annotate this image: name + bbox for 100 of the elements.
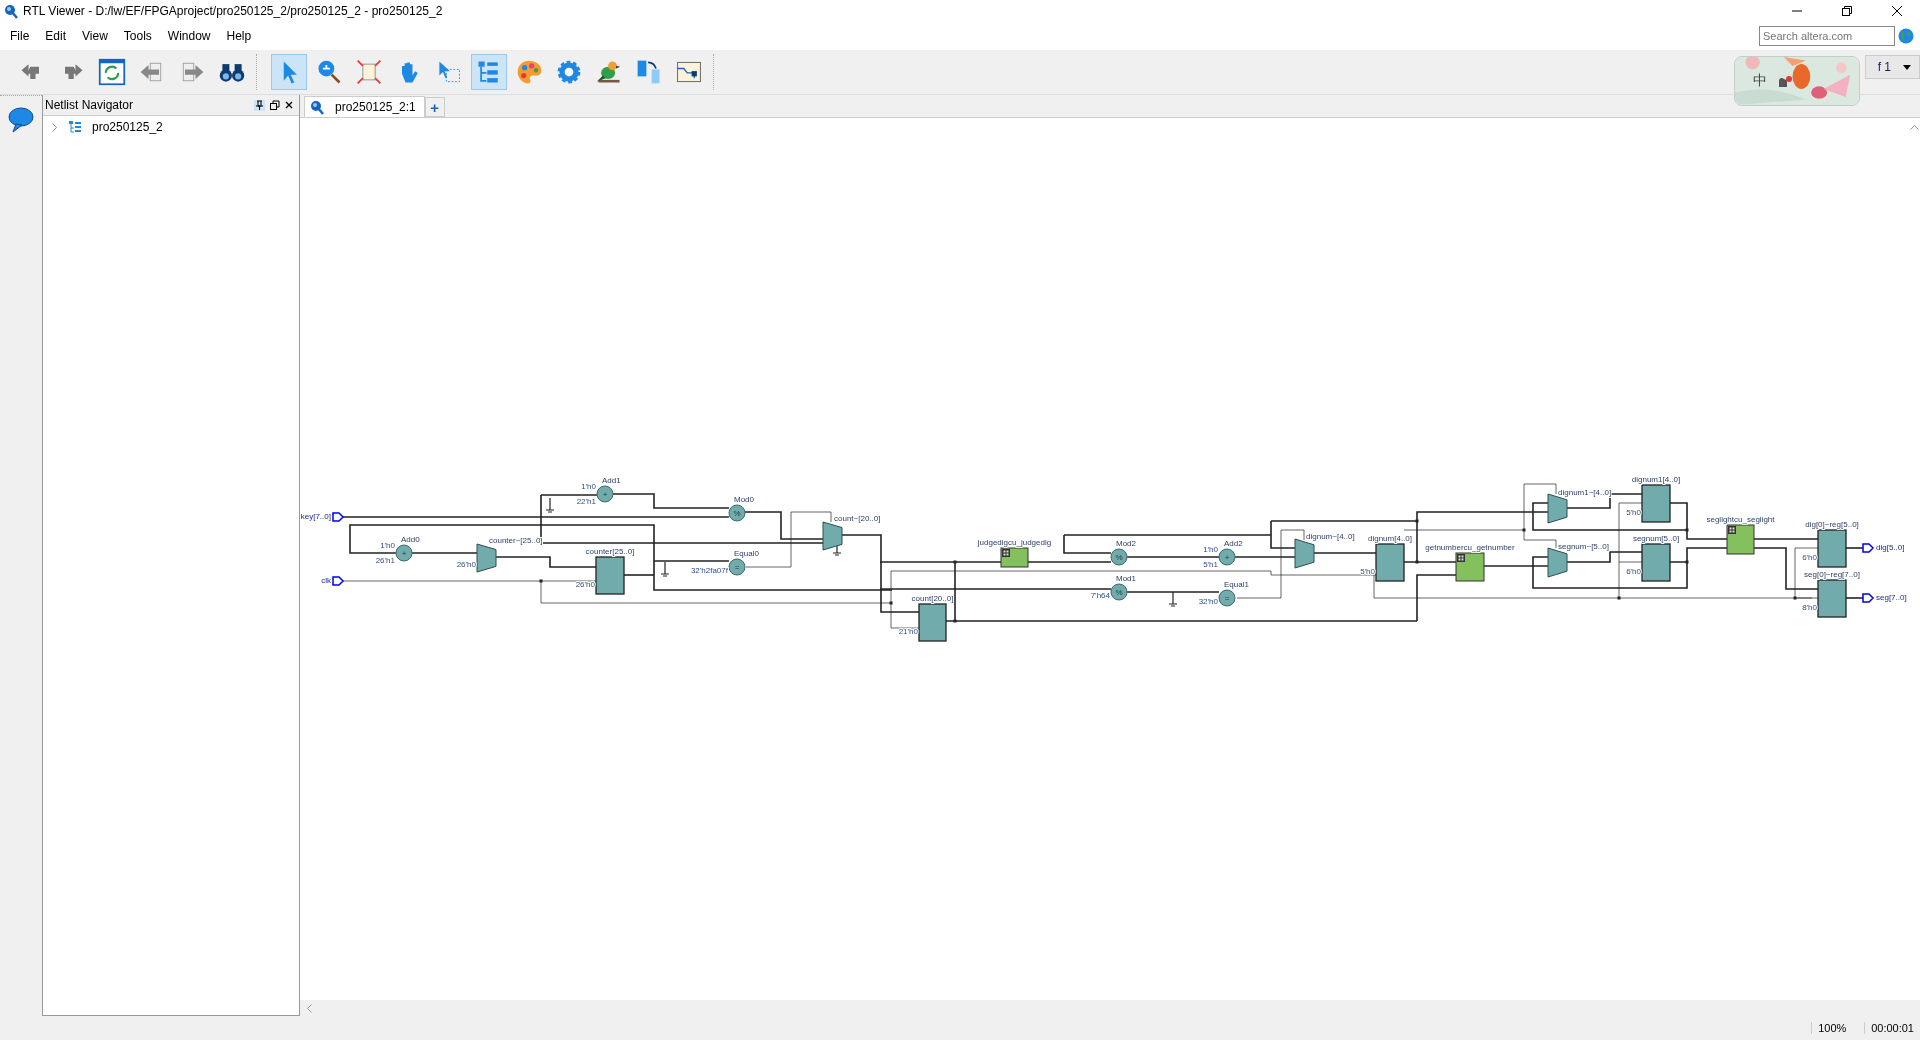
node-label: judgedigcu_judgedig bbox=[977, 538, 1052, 547]
search-field[interactable]: Search altera.com bbox=[1759, 26, 1895, 46]
constant-label: 6'h0 bbox=[1802, 552, 1817, 562]
node-label: seglightcu_seglight bbox=[1706, 515, 1775, 524]
ground-icon bbox=[545, 497, 555, 513]
operator-node[interactable] bbox=[1218, 589, 1236, 607]
window-title: RTL Viewer - D:/lw/EF/FPGAproject/pro250125_2/pro250125_2 - pro250125_2 bbox=[23, 4, 443, 18]
constant-label: 26'h1 bbox=[375, 556, 395, 565]
instance-block[interactable] bbox=[1000, 547, 1029, 568]
fit-window-icon[interactable] bbox=[355, 58, 383, 86]
ground-icon bbox=[660, 561, 670, 577]
node-label: Equal1 bbox=[1224, 580, 1249, 589]
menu-item[interactable]: Edit bbox=[37, 27, 75, 45]
port-label: dig[5..0] bbox=[1876, 543, 1905, 552]
add-tab-button[interactable]: + bbox=[424, 97, 445, 117]
port-label: seg[7..0] bbox=[1876, 593, 1907, 602]
operator-node[interactable] bbox=[1110, 548, 1128, 566]
instance-block[interactable] bbox=[1726, 524, 1755, 555]
wire bbox=[1753, 538, 1819, 540]
pin-icon[interactable] bbox=[254, 99, 265, 111]
dropdown-caret-icon[interactable] bbox=[1903, 64, 1911, 70]
constant-label: 22'h1 bbox=[576, 497, 596, 506]
constant-label: 8'h0 bbox=[1802, 602, 1817, 612]
input-port[interactable] bbox=[332, 512, 345, 522]
menu-item[interactable]: View bbox=[74, 27, 116, 45]
instance-block[interactable] bbox=[1455, 552, 1485, 582]
output-port[interactable] bbox=[1862, 543, 1875, 553]
ground-icon bbox=[1168, 591, 1178, 607]
register-node[interactable] bbox=[1641, 484, 1671, 523]
operator-symbol: + bbox=[1224, 552, 1230, 562]
register-node[interactable] bbox=[918, 603, 947, 642]
zoom-icon[interactable] bbox=[315, 58, 343, 86]
node-label: count[20..0] bbox=[911, 594, 954, 603]
register-node[interactable] bbox=[1375, 543, 1405, 582]
operator-symbol: = bbox=[734, 562, 740, 572]
elapsed-time: 00:00:01 bbox=[1864, 1022, 1920, 1034]
node-label: segnum[5..0] bbox=[1632, 534, 1680, 543]
node-label: Mod0 bbox=[734, 495, 754, 504]
menu-item[interactable]: Help bbox=[218, 27, 260, 45]
menu-item[interactable]: Tools bbox=[115, 27, 160, 45]
operator-node[interactable] bbox=[1218, 548, 1236, 566]
page-dropdown[interactable]: f 1 bbox=[1864, 55, 1920, 79]
node-label: getnumbercu_getnumber bbox=[1425, 543, 1515, 552]
node-label: dig[0]~reg[5..0] bbox=[1805, 520, 1859, 529]
operator-node[interactable] bbox=[395, 544, 413, 562]
operator-node[interactable] bbox=[728, 504, 746, 522]
node-label: dignum1~[4..0] bbox=[1558, 488, 1612, 497]
constant-label: 26'h0 bbox=[575, 579, 595, 589]
register-node[interactable] bbox=[1817, 579, 1847, 618]
register-node[interactable] bbox=[1641, 543, 1671, 582]
node-label: Add0 bbox=[401, 535, 420, 544]
input-port[interactable] bbox=[332, 576, 345, 586]
operator-node[interactable] bbox=[1110, 583, 1128, 601]
wire bbox=[1313, 552, 1377, 554]
operator-symbol: + bbox=[401, 548, 407, 558]
node-label: segnum~[5..0] bbox=[1558, 542, 1609, 551]
constant-label: 21'h0 bbox=[898, 626, 918, 636]
squirrel-icon[interactable] bbox=[1777, 74, 1793, 88]
tab[interactable]: pro250125_2:1 bbox=[304, 96, 425, 117]
multiplexer-node[interactable] bbox=[822, 521, 843, 551]
output-port[interactable] bbox=[1862, 593, 1875, 603]
menu-item[interactable]: Window bbox=[159, 27, 219, 45]
operator-symbol: % bbox=[1115, 552, 1123, 562]
operator-symbol: = bbox=[1224, 593, 1230, 603]
input-method-bar[interactable]: 中 bbox=[1734, 56, 1860, 106]
chat-bubble-icon[interactable] bbox=[7, 106, 35, 134]
node-label: count~[20..0] bbox=[834, 514, 881, 523]
restore-icon[interactable] bbox=[1841, 5, 1853, 17]
multiplexer-node[interactable] bbox=[476, 543, 497, 573]
constant-label: 32'h0 bbox=[1198, 597, 1218, 606]
menu-item[interactable]: File bbox=[2, 27, 38, 45]
palette-icon[interactable] bbox=[515, 58, 543, 86]
node-label: Mod1 bbox=[1116, 574, 1136, 583]
operator-node[interactable] bbox=[728, 558, 746, 576]
constant-label: 6'h0 bbox=[1626, 566, 1641, 576]
node-label: seg[0]~reg[7..0] bbox=[1804, 570, 1860, 579]
node-label: dignum[4..0] bbox=[1368, 534, 1412, 543]
register-node[interactable] bbox=[1817, 529, 1847, 568]
wire bbox=[1845, 597, 1864, 599]
constant-label: 5'h0 bbox=[1626, 507, 1641, 517]
globe-icon[interactable] bbox=[1898, 28, 1914, 44]
gear-icon[interactable] bbox=[555, 58, 583, 86]
operator-node[interactable] bbox=[596, 485, 614, 503]
node-label: counter[25..0] bbox=[585, 547, 635, 556]
zoom-level: 100% bbox=[1811, 1022, 1865, 1034]
constant-label: 7'h64 bbox=[1090, 591, 1110, 600]
node-label: Mod2 bbox=[1116, 539, 1136, 548]
node-label: Add2 bbox=[1224, 539, 1243, 548]
constant-label: 5'h1 bbox=[1203, 560, 1218, 569]
register-node[interactable] bbox=[595, 556, 625, 595]
swap-icon[interactable] bbox=[635, 58, 663, 86]
close-icon[interactable] bbox=[1891, 5, 1903, 17]
scroll-up-icon[interactable] bbox=[1909, 124, 1919, 130]
panel-title: Netlist Navigator bbox=[45, 98, 134, 112]
float-icon[interactable] bbox=[270, 100, 280, 110]
tree-item[interactable]: pro250125_2 bbox=[92, 120, 163, 134]
input-mode-label[interactable]: 中 bbox=[1753, 72, 1767, 90]
close-icon[interactable] bbox=[285, 101, 293, 109]
refresh-icon[interactable] bbox=[98, 58, 126, 86]
magnifier-icon bbox=[309, 99, 325, 115]
